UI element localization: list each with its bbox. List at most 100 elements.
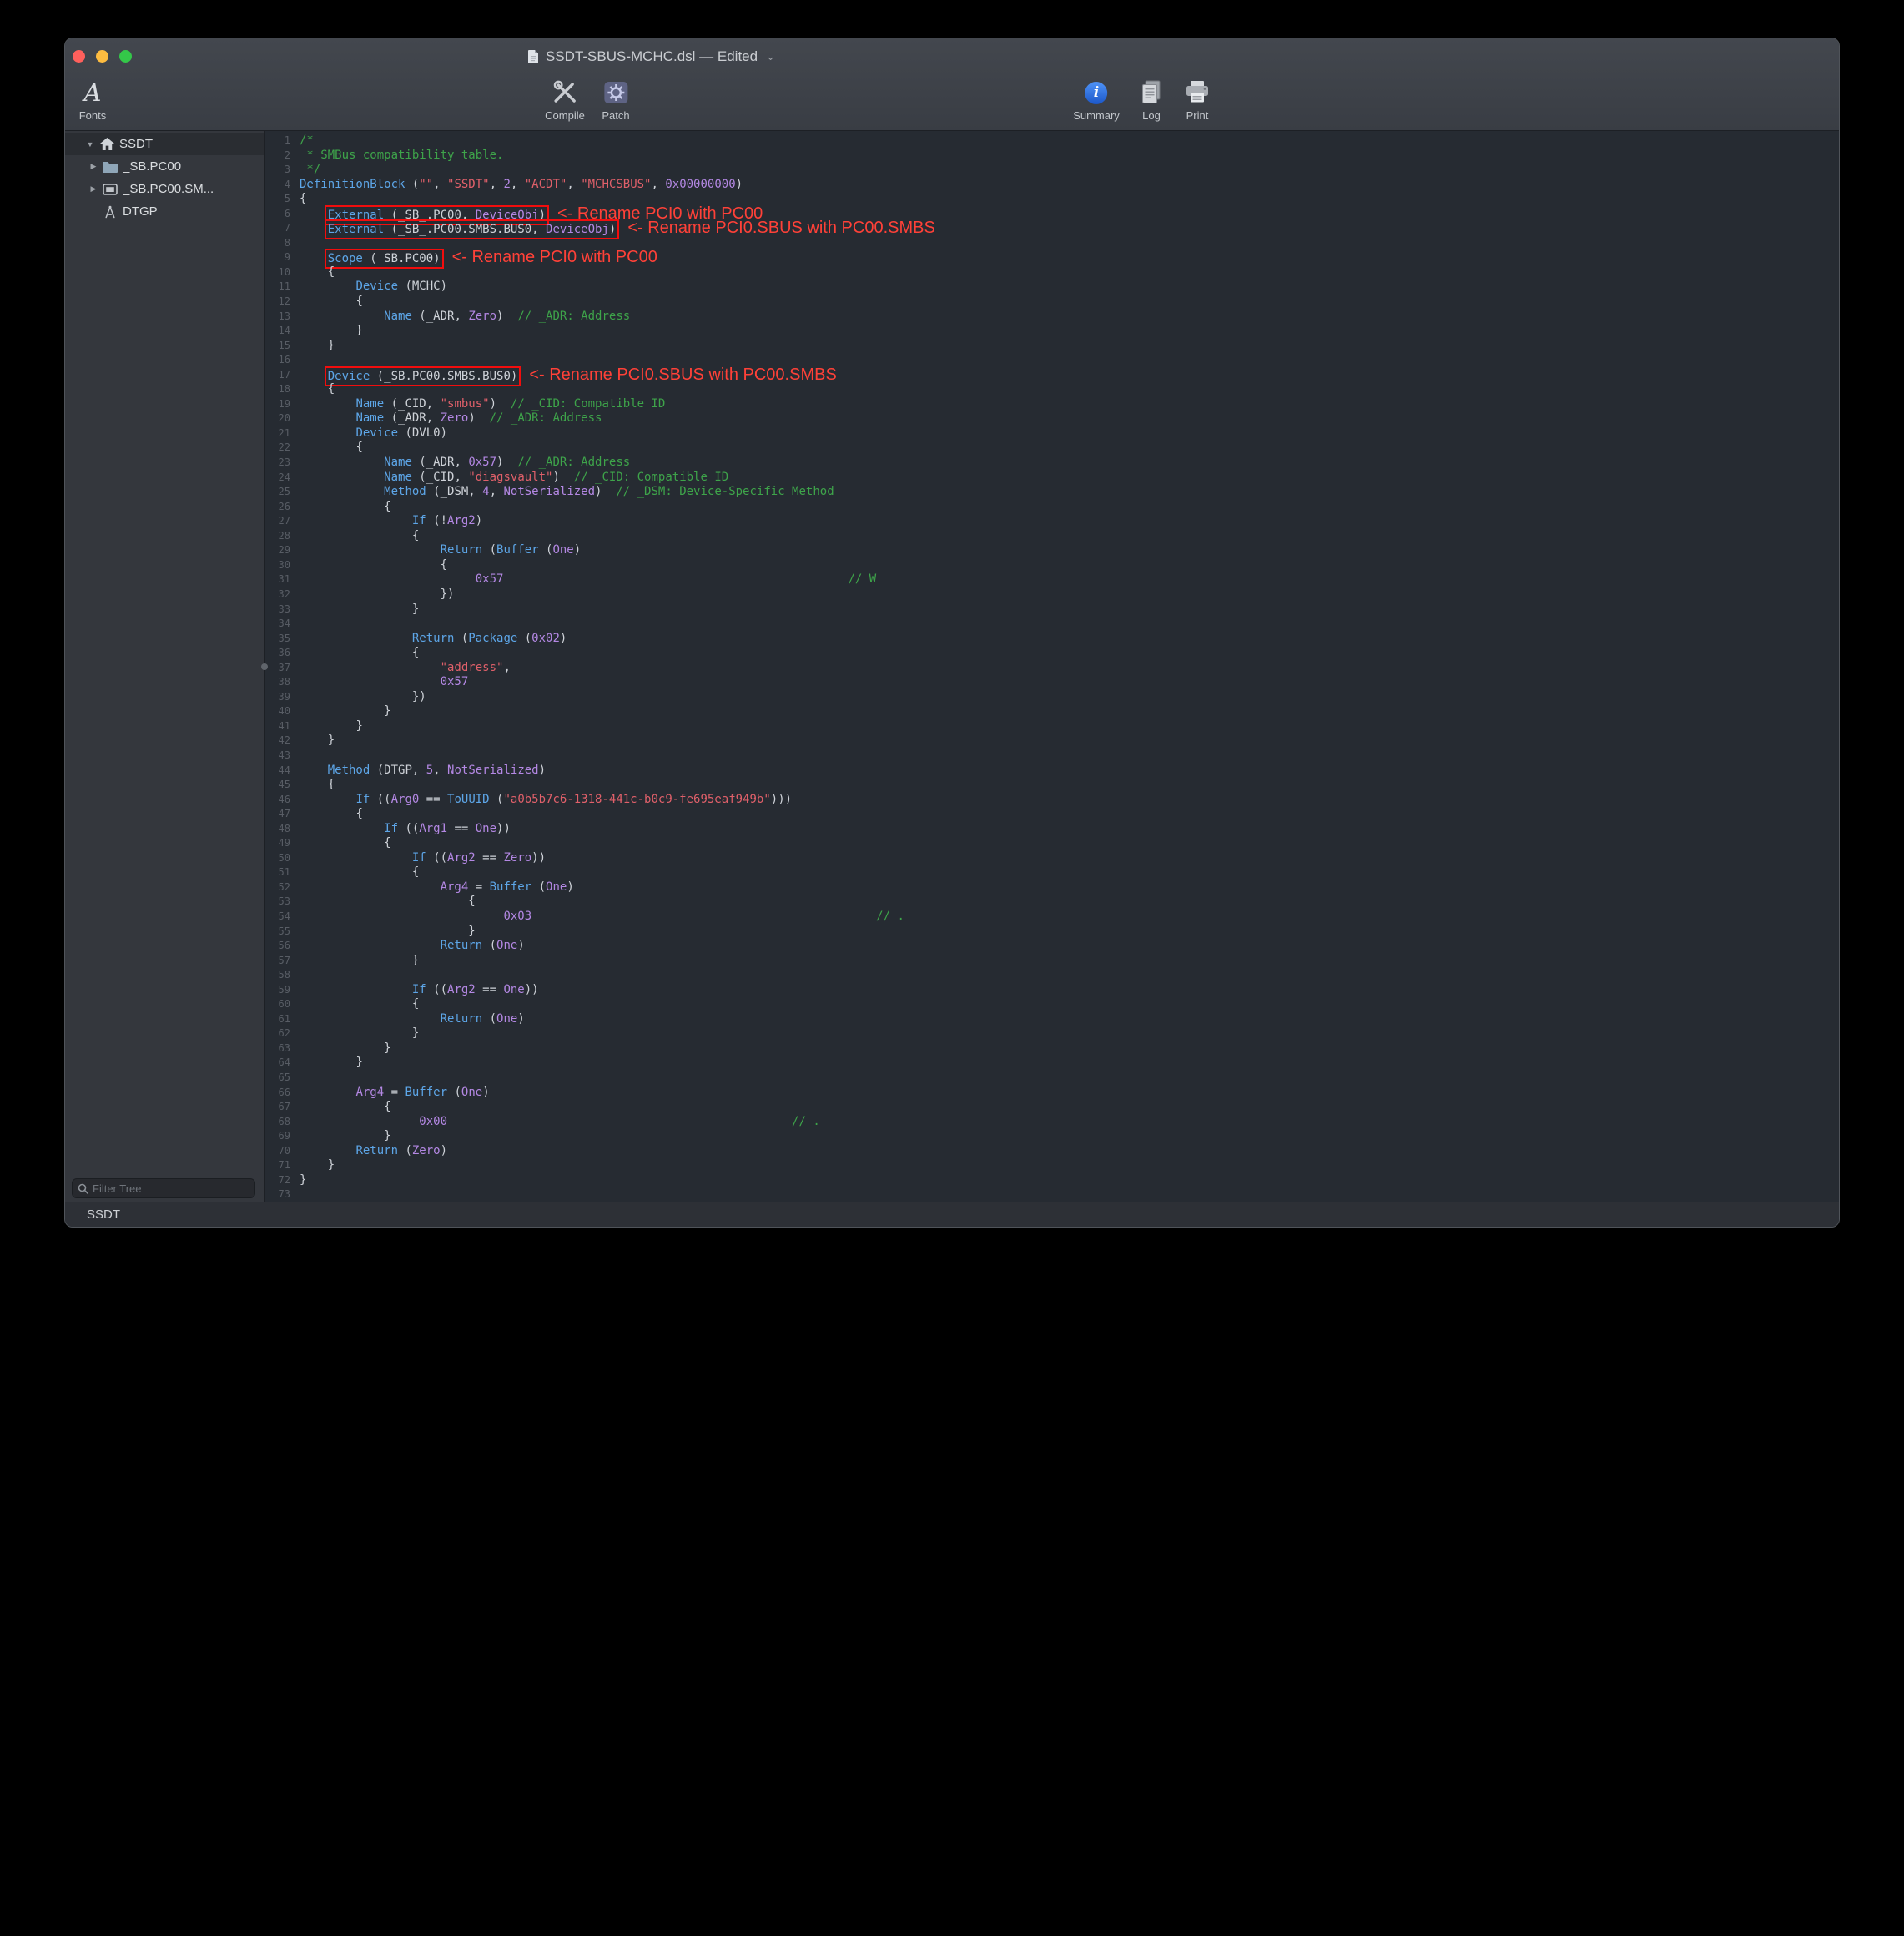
code-line[interactable]: 54 0x03 // . <box>265 910 1839 925</box>
disclosure-triangle-icon[interactable]: ▶ <box>87 162 100 171</box>
code-line[interactable]: 62 } <box>265 1026 1839 1041</box>
code-editor[interactable]: 1/*2 * SMBus compatibility table.3 */4De… <box>265 131 1839 1202</box>
patch-button[interactable]: Patch <box>602 77 629 122</box>
code-line[interactable]: 60 { <box>265 997 1839 1012</box>
code-line[interactable]: 47 { <box>265 807 1839 822</box>
print-button[interactable]: Print <box>1184 77 1211 122</box>
split-divider[interactable] <box>264 131 265 1202</box>
code-line[interactable]: 48 If ((Arg1 == One)) <box>265 822 1839 837</box>
code-line[interactable]: 52 Arg4 = Buffer (One) <box>265 880 1839 895</box>
zoom-button[interactable] <box>119 50 132 63</box>
code-line[interactable]: 59 If ((Arg2 == One)) <box>265 983 1839 998</box>
code-line[interactable]: 1/* <box>265 134 1839 149</box>
code-line[interactable]: 4DefinitionBlock ("", "SSDT", 2, "ACDT",… <box>265 178 1839 193</box>
code-line[interactable]: 37 "address", <box>265 661 1839 676</box>
code-line[interactable]: 67 { <box>265 1100 1839 1115</box>
code-line[interactable]: 14 } <box>265 324 1839 339</box>
disclosure-triangle-icon[interactable]: ▶ <box>87 184 100 194</box>
filter-tree-field[interactable] <box>72 1178 255 1198</box>
code-line[interactable]: 35 Return (Package (0x02) <box>265 632 1839 647</box>
code-line[interactable]: 72} <box>265 1173 1839 1188</box>
code-line[interactable]: 68 0x00 // . <box>265 1115 1839 1130</box>
code-line[interactable]: 20 Name (_ADR, Zero) // _ADR: Address <box>265 411 1839 426</box>
code-line[interactable]: 64 } <box>265 1056 1839 1071</box>
code-line[interactable]: 23 Name (_ADR, 0x57) // _ADR: Address <box>265 456 1839 471</box>
document-proxy-icon[interactable] <box>528 50 539 63</box>
code-line[interactable]: 25 Method (_DSM, 4, NotSerialized) // _D… <box>265 485 1839 500</box>
code-text: /* <box>300 134 314 149</box>
close-button[interactable] <box>73 50 85 63</box>
disclosure-triangle-icon[interactable]: ▼ <box>83 140 97 149</box>
code-line[interactable]: 2 * SMBus compatibility table. <box>265 149 1839 164</box>
title-chevron-icon[interactable]: ⌄ <box>766 50 775 63</box>
code-line[interactable]: 63 } <box>265 1041 1839 1056</box>
code-line[interactable]: 57 } <box>265 954 1839 969</box>
code-line[interactable]: 10 { <box>265 265 1839 280</box>
compile-button[interactable]: Compile <box>545 77 585 122</box>
sidebar-item-sb-pc00[interactable]: ▶_SB.PC00 <box>65 155 264 178</box>
code-line[interactable]: 41 } <box>265 719 1839 734</box>
code-line[interactable]: 24 Name (_CID, "diagsvault") // _CID: Co… <box>265 471 1839 486</box>
code-line[interactable]: 9 Scope (_SB.PC00)<- Rename PCI0 with PC… <box>265 250 1839 265</box>
code-line[interactable]: 12 { <box>265 295 1839 310</box>
code-line[interactable]: 6 External (_SB_.PC00, DeviceObj)<- Rena… <box>265 207 1839 222</box>
code-line[interactable]: 38 0x57 <box>265 675 1839 690</box>
code-line[interactable]: 22 { <box>265 441 1839 456</box>
split-handle-dot[interactable] <box>261 663 268 670</box>
code-line[interactable]: 18 { <box>265 382 1839 397</box>
code-line[interactable]: 71 } <box>265 1158 1839 1173</box>
code-line[interactable]: 31 0x57 // W <box>265 572 1839 587</box>
code-line[interactable]: 46 If ((Arg0 == ToUUID ("a0b5b7c6-1318-4… <box>265 793 1839 808</box>
code-line[interactable]: 17 Device (_SB.PC00.SMBS.BUS0)<- Rename … <box>265 368 1839 383</box>
code-line[interactable]: 21 Device (DVL0) <box>265 426 1839 441</box>
code-line[interactable]: 11 Device (MCHC) <box>265 280 1839 295</box>
code-line[interactable]: 33 } <box>265 602 1839 618</box>
code-line[interactable]: 27 If (!Arg2) <box>265 514 1839 529</box>
code-line[interactable]: 5{ <box>265 192 1839 207</box>
filter-tree-input[interactable] <box>93 1182 249 1195</box>
code-line[interactable]: 44 Method (DTGP, 5, NotSerialized) <box>265 764 1839 779</box>
code-line[interactable]: 66 Arg4 = Buffer (One) <box>265 1086 1839 1101</box>
code-line[interactable]: 39 }) <box>265 690 1839 705</box>
sidebar-item-sb-pc00-sm[interactable]: ▶_SB.PC00.SM... <box>65 178 264 200</box>
code-line[interactable]: 3 */ <box>265 163 1839 178</box>
code-line[interactable]: 26 { <box>265 500 1839 515</box>
code-line[interactable]: 50 If ((Arg2 == Zero)) <box>265 851 1839 866</box>
code-line[interactable]: 49 { <box>265 836 1839 851</box>
code-line[interactable]: 30 { <box>265 558 1839 573</box>
code-line[interactable]: 65 <box>265 1071 1839 1086</box>
code-line[interactable]: 15 } <box>265 339 1839 354</box>
title-bar[interactable]: SSDT-SBUS-MCHC.dsl — Edited ⌄ <box>65 38 1839 75</box>
code-line[interactable]: 43 <box>265 749 1839 764</box>
minimize-button[interactable] <box>96 50 108 63</box>
code-line[interactable]: 69 } <box>265 1129 1839 1144</box>
code-line[interactable]: 45 { <box>265 778 1839 793</box>
summary-button[interactable]: i Summary <box>1073 77 1120 122</box>
sidebar-item-ssdt[interactable]: ▼SSDT <box>65 133 264 155</box>
log-button[interactable]: Log <box>1140 77 1163 122</box>
code-line[interactable]: 42 } <box>265 734 1839 749</box>
code-line[interactable]: 51 { <box>265 865 1839 880</box>
code-line[interactable]: 16 <box>265 353 1839 368</box>
code-line[interactable]: 7 External (_SB_.PC00.SMBS.BUS0, DeviceO… <box>265 221 1839 236</box>
code-line[interactable]: 58 <box>265 968 1839 983</box>
code-line[interactable]: 53 { <box>265 895 1839 910</box>
code-line[interactable]: 55 } <box>265 925 1839 940</box>
code-line[interactable]: 61 Return (One) <box>265 1012 1839 1027</box>
code-line[interactable]: 19 Name (_CID, "smbus") // _CID: Compati… <box>265 397 1839 412</box>
fonts-button[interactable]: A Fonts <box>79 77 107 122</box>
code-line[interactable]: 36 { <box>265 646 1839 661</box>
code-line[interactable]: 32 }) <box>265 587 1839 602</box>
code-token: DeviceObj <box>476 209 539 222</box>
code-line[interactable]: 29 Return (Buffer (One) <box>265 543 1839 558</box>
code-line[interactable]: 70 Return (Zero) <box>265 1144 1839 1159</box>
code-line[interactable]: 40 } <box>265 704 1839 719</box>
code-line[interactable]: 73 <box>265 1187 1839 1202</box>
code-line[interactable]: 56 Return (One) <box>265 939 1839 954</box>
code-line[interactable]: 34 <box>265 617 1839 632</box>
code-token: (( <box>370 793 390 806</box>
indent-whitespace <box>300 997 412 1011</box>
code-line[interactable]: 28 { <box>265 529 1839 544</box>
code-line[interactable]: 13 Name (_ADR, Zero) // _ADR: Address <box>265 310 1839 325</box>
sidebar-item-dtgp[interactable]: DTGP <box>65 200 264 223</box>
